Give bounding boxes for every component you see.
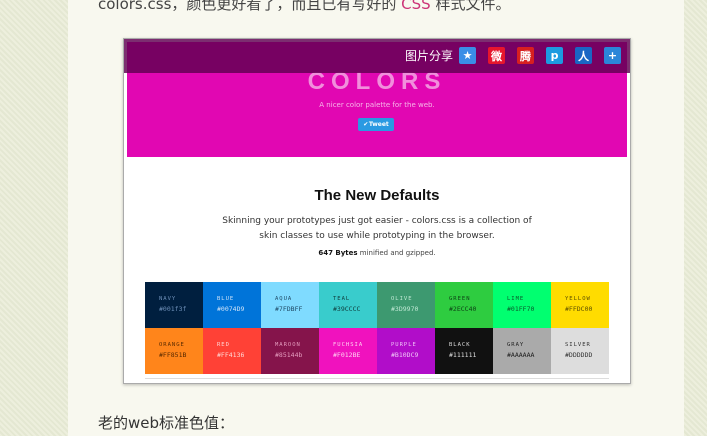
swatch-name: BLACK: [449, 342, 471, 348]
weibo-icon[interactable]: 微: [488, 47, 505, 64]
swatch-hex: #39CCCC: [333, 305, 361, 313]
color-swatch-orange: ORANGE #FF851B: [145, 328, 203, 374]
swatch-name: TEAL: [333, 296, 351, 302]
size-info: 647 Bytes minified and gzipped.: [127, 249, 627, 257]
swatch-hex: #85144b: [275, 351, 303, 359]
color-swatch-fuchsia: FUCHSIA #F012BE: [319, 328, 377, 374]
swatch-name: SILVER: [565, 342, 591, 348]
swatch-name: PURPLE: [391, 342, 417, 348]
image-share-bar: 图片分享 ★ 微腾 p 人 +: [124, 39, 630, 73]
swatch-name: ORANGE: [159, 342, 185, 348]
swatch-name: YELLOW: [565, 296, 591, 302]
swatch-hex: #0074D9: [217, 305, 245, 313]
top-text-before: colors.css，颜色更好看了，而且已有写好的: [98, 0, 402, 13]
color-swatch-green: GREEN #2ECC40: [435, 282, 493, 328]
swatch-hex: #001f3f: [159, 305, 187, 313]
section-heading: The New Defaults: [314, 187, 440, 204]
color-swatch-maroon: MAROON #85144b: [261, 328, 319, 374]
swatch-name: FUCHSIA: [333, 342, 364, 348]
swatch-name: NAVY: [159, 296, 177, 302]
swatch-name: AQUA: [275, 296, 293, 302]
swatch-hex: #AAAAAA: [507, 351, 535, 359]
swatch-name: LIME: [507, 296, 525, 302]
divider: [145, 378, 609, 379]
swatch-hex: #FF4136: [217, 351, 245, 359]
tweet-label: Tweet: [368, 121, 389, 128]
color-swatch-gray: GRAY #AAAAAA: [493, 328, 551, 374]
color-swatch-teal: TEAL #39CCCC: [319, 282, 377, 328]
tencent-weibo-icon[interactable]: 腾: [517, 47, 534, 64]
css-link[interactable]: CSS: [401, 0, 431, 13]
color-swatch-black: BLACK #111111: [435, 328, 493, 374]
swatch-hex: #111111: [449, 351, 477, 359]
color-swatch-silver: SILVER #DDDDDD: [551, 328, 609, 374]
tweet-button[interactable]: ✔ Tweet: [358, 118, 394, 131]
size-value: 647 Bytes: [318, 249, 358, 257]
swatch-hex: #FFDC00: [565, 305, 593, 313]
colors-preview-image: COLORS A nicer color palette for the web…: [127, 42, 627, 380]
swatch-name: OLIVE: [391, 296, 413, 302]
hero-subtitle: A nicer color palette for the web.: [319, 101, 435, 109]
swatch-hex: #7FDBFF: [275, 305, 303, 313]
swatch-name: GRAY: [507, 342, 525, 348]
swatch-name: RED: [217, 342, 230, 348]
swatch-hex: #F012BE: [333, 351, 361, 359]
swatch-name: MAROON: [275, 342, 301, 348]
article-text-top: colors.css，颜色更好看了，而且已有写好的 CSS 样式文件。: [98, 0, 510, 14]
description-line-1: Skinning your prototypes just got easier…: [222, 216, 532, 226]
swatch-name: BLUE: [217, 296, 235, 302]
color-swatch-olive: OLIVE #3D9970: [377, 282, 435, 328]
color-swatch-blue: BLUE #0074D9: [203, 282, 261, 328]
color-swatch-yellow: YELLOW #FFDC00: [551, 282, 609, 328]
swatch-hex: #B10DC9: [391, 351, 419, 359]
description-line-2: skin classes to use while prototyping in…: [259, 231, 495, 241]
color-swatch-lime: LIME #01FF70: [493, 282, 551, 328]
swatch-hex: #FF851B: [159, 351, 187, 359]
color-swatch-purple: PURPLE #B10DC9: [377, 328, 435, 374]
share-label: 图片分享: [405, 49, 454, 63]
color-swatch-aqua: AQUA #7FDBFF: [261, 282, 319, 328]
swatch-name: GREEN: [449, 296, 471, 302]
image-frame: COLORS A nicer color palette for the web…: [123, 38, 631, 384]
swatch-hex: #2ECC40: [449, 305, 477, 313]
swatch-hex: #DDDDDD: [565, 351, 593, 359]
swatch-hex: #01FF70: [507, 305, 535, 313]
color-swatch-red: RED #FF4136: [203, 328, 261, 374]
article-text-bottom: 老的web标准色值：: [98, 414, 235, 432]
swatch-hex: #3D9970: [391, 305, 419, 313]
section-description: Skinning your prototypes just got easier…: [127, 214, 627, 244]
size-note: minified and gzipped.: [357, 249, 436, 257]
color-swatch-navy: NAVY #001f3f: [145, 282, 203, 328]
pengyou-icon[interactable]: p: [546, 47, 563, 64]
renren-icon[interactable]: 人: [575, 47, 592, 64]
qzone-icon[interactable]: ★: [459, 47, 476, 64]
more-share-icon[interactable]: +: [604, 47, 621, 64]
top-text-after: 样式文件。: [430, 0, 511, 13]
